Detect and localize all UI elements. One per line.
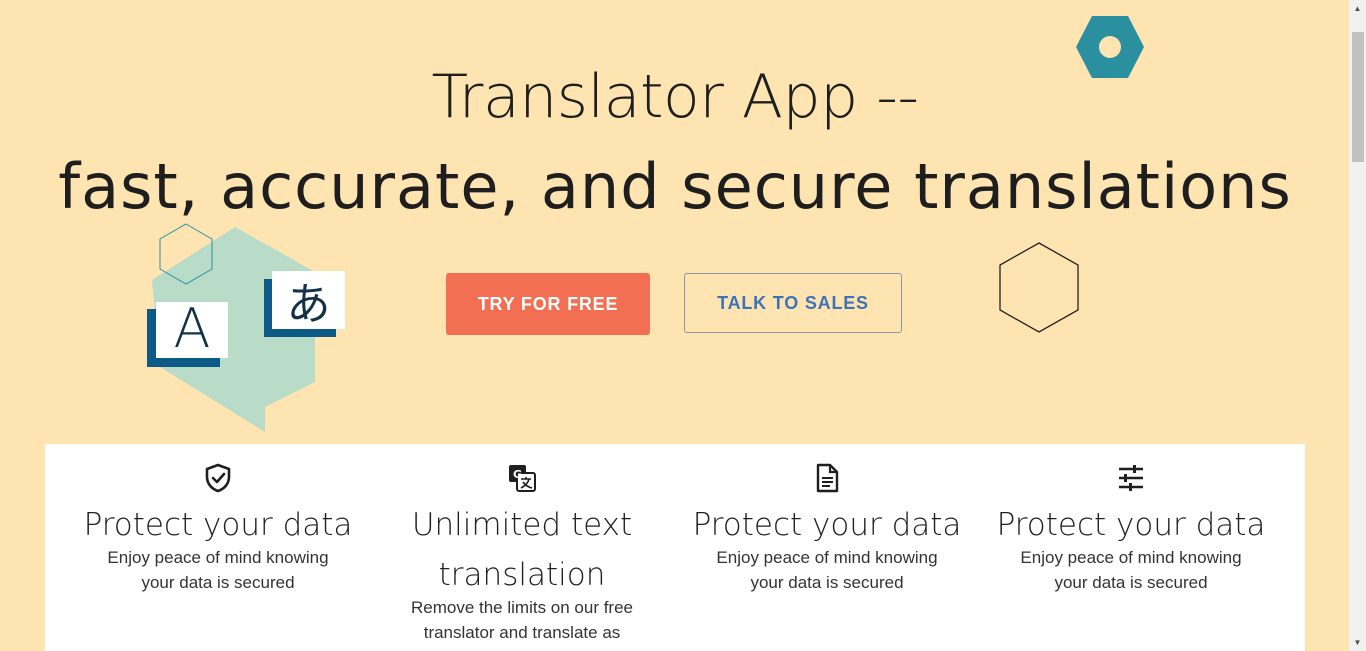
latin-glyph: A <box>173 296 211 360</box>
outline-hexagon-icon <box>999 242 1079 333</box>
feature-title: Unlimited text translation <box>411 507 633 593</box>
feature-title: Protect your data <box>692 507 962 543</box>
hero-subtitle: fast, accurate, and secure translations <box>58 150 1292 223</box>
talk-to-sales-button[interactable]: TALK TO SALES <box>684 273 902 333</box>
translate-icon: G <box>509 465 536 492</box>
shield-check-icon <box>205 463 231 493</box>
sliders-icon <box>1119 465 1143 491</box>
feature-description: Enjoy peace of mind knowing your data is… <box>716 548 938 592</box>
japanese-glyph: あ <box>286 279 331 330</box>
hero-title: Translator App -- <box>431 62 919 132</box>
scroll-down-icon[interactable]: ▼ <box>1349 634 1366 651</box>
svg-text:G: G <box>513 468 522 481</box>
feature-title: Protect your data <box>83 507 353 543</box>
scroll-up-icon[interactable]: ▲ <box>1349 0 1366 17</box>
try-for-free-button[interactable]: TRY FOR FREE <box>446 273 650 335</box>
feature-description: Remove the limits on our free translator… <box>410 598 634 651</box>
features-panel: Protect your data Enjoy peace of mind kn… <box>45 444 1305 651</box>
feature-description: Enjoy peace of mind knowing your data is… <box>107 548 329 592</box>
feature-description: Enjoy peace of mind knowing your data is… <box>1020 548 1242 592</box>
document-icon <box>816 463 839 493</box>
scrollbar-thumb[interactable] <box>1352 32 1364 162</box>
feature-title: Protect your data <box>996 507 1266 543</box>
